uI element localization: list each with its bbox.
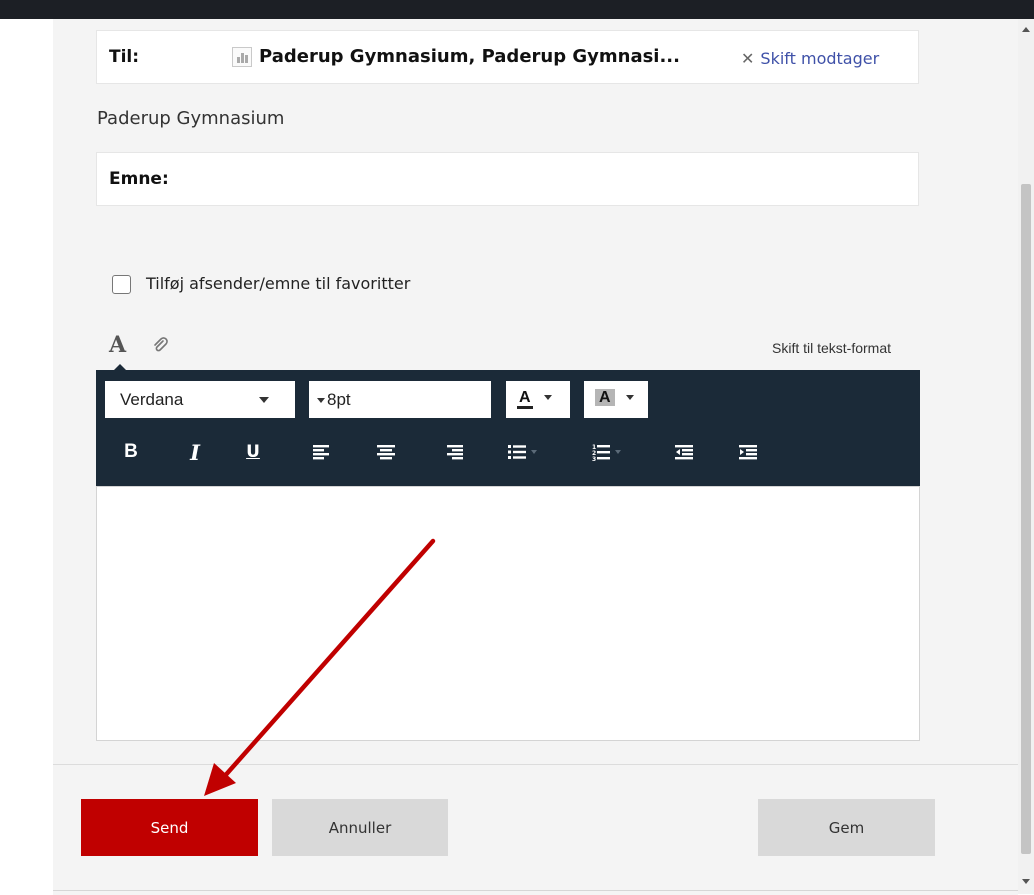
font-color-icon: A [517,389,533,409]
switch-to-text-format-link[interactable]: Skift til tekst-format [772,340,891,356]
chevron-down-icon [615,450,621,454]
indent-icon [739,445,757,460]
change-recipient-label[interactable]: Skift modtager [760,49,879,68]
send-button[interactable]: Send [81,799,258,856]
font-size-value: 8pt [327,390,351,409]
background-color-icon: A [595,389,615,406]
underline-button[interactable]: U [242,440,264,464]
favorite-checkbox[interactable] [112,275,131,294]
chevron-down-icon [259,397,269,403]
align-left-button[interactable] [312,440,332,464]
recipient-name: Paderup Gymnasium, Paderup Gymnasi... [259,46,680,67]
chevron-down-icon [317,398,325,404]
paperclip-icon[interactable] [150,335,170,355]
change-recipient-link[interactable]: ✕ Skift modtager [741,49,879,68]
italic-button[interactable]: I [184,440,206,465]
outdent-button[interactable] [674,440,694,464]
close-icon[interactable]: ✕ [741,49,754,68]
align-center-icon [377,445,395,460]
font-size-select[interactable]: 8pt [309,381,491,418]
outdent-icon [675,445,693,460]
top-bar [0,0,1034,19]
cancel-button[interactable]: Annuller [272,799,448,856]
font-color-button[interactable]: A [506,381,570,418]
numbered-list-button[interactable]: 123 [592,440,632,464]
group-icon [232,47,252,67]
scrollbar-thumb[interactable] [1021,184,1031,854]
font-family-select[interactable]: Verdana [105,381,295,418]
scroll-up-arrow-icon[interactable] [1022,27,1030,32]
bullet-list-button[interactable] [508,440,548,464]
bullet-list-icon [508,445,526,459]
subject-field[interactable]: Emne: [96,152,919,206]
recipient-subtitle: Paderup Gymnasium [97,108,285,129]
align-right-button[interactable] [444,440,464,464]
text-format-tab-icon[interactable]: A [109,332,126,358]
subject-label: Emne: [109,169,169,189]
to-label: Til: [109,47,140,67]
indent-button[interactable] [738,440,758,464]
bold-button[interactable]: B [120,440,142,464]
footer-divider [53,890,1018,891]
vertical-scrollbar[interactable] [1018,19,1034,894]
favorite-label[interactable]: Tilføj afsender/emne til favoritter [146,274,410,293]
chevron-down-icon [625,395,634,401]
chevron-down-icon [543,395,552,401]
save-button[interactable]: Gem [758,799,935,856]
scroll-down-arrow-icon[interactable] [1022,879,1030,884]
align-right-icon [447,445,463,460]
background-color-button[interactable]: A [584,381,648,418]
svg-text:3: 3 [592,456,596,461]
chevron-down-icon [531,450,537,454]
align-left-icon [313,445,329,460]
font-family-value: Verdana [120,390,184,409]
align-center-button[interactable] [376,440,396,464]
editor-toolbar: Verdana 8pt A A B I U 123 [96,370,920,486]
numbered-list-icon: 123 [592,444,610,461]
recipient-field: Til: Paderup Gymnasium, Paderup Gymnasi.… [96,30,919,84]
message-body-editor[interactable] [96,486,920,741]
